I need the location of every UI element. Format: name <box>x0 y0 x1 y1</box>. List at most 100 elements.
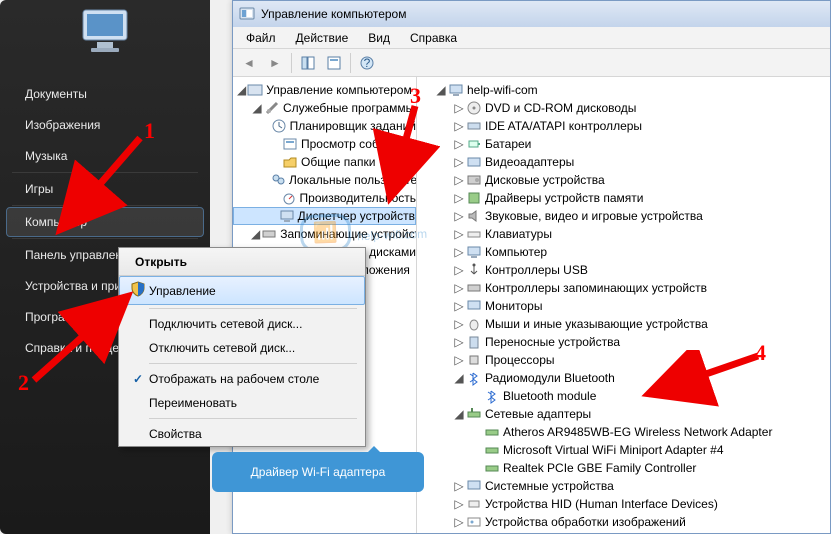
separator <box>291 53 292 73</box>
callout-text: Драйвер Wi-Fi адаптера <box>251 465 386 479</box>
node-label: Сетевые адаптеры <box>485 407 591 421</box>
node-label: Мыши и иные указывающие устройства <box>485 317 708 331</box>
node-icon <box>466 316 482 332</box>
ctx-properties[interactable]: Свойства <box>119 422 365 446</box>
node-icon <box>281 190 297 206</box>
node-label: Видеоадаптеры <box>485 155 574 169</box>
device-node[interactable]: ▷DVD и CD-ROM дисководы <box>417 99 830 117</box>
device-node[interactable]: ▷Звуковые, видео и игровые устройства <box>417 207 830 225</box>
node-label: Atheros AR9485WB-EG Wireless Network Ada… <box>503 425 772 439</box>
node-label: Realtek PCIe GBE Family Controller <box>503 461 696 475</box>
device-node[interactable]: ▷Компьютер <box>417 243 830 261</box>
node-label: Общие папки <box>301 155 375 169</box>
device-node[interactable]: ▷Устройства HID (Human Interface Devices… <box>417 495 830 513</box>
node-icon <box>466 352 482 368</box>
device-leaf[interactable]: Atheros AR9485WB-EG Wireless Network Ada… <box>417 423 830 441</box>
node-label: Радиомодули Bluetooth <box>485 371 615 385</box>
node-label: Bluetooth module <box>503 389 596 403</box>
context-menu: Открыть Управление Подключить сетевой ди… <box>118 247 366 447</box>
ctx-disconnect-drive[interactable]: Отключить сетевой диск... <box>119 336 365 360</box>
node-label: Запоминающие устройства <box>280 227 417 241</box>
ctx-open[interactable]: Открыть <box>119 248 365 276</box>
tree-root[interactable]: ◢ help-wifi-com <box>417 81 830 99</box>
device-tree[interactable]: ◢ help-wifi-com ▷DVD и CD-ROM дисководы▷… <box>417 77 830 533</box>
back-button[interactable]: ◄ <box>237 51 261 75</box>
node-icon <box>466 244 482 260</box>
node-label: Системные устройства <box>485 479 614 493</box>
start-item-documents[interactable]: Документы <box>6 79 204 109</box>
node-label: Батареи <box>485 137 531 151</box>
node-icon <box>270 172 286 188</box>
arrow-1 <box>40 130 160 250</box>
ctx-rename[interactable]: Переименовать <box>119 391 365 415</box>
device-node[interactable]: ▷Контроллеры USB <box>417 261 830 279</box>
node-icon <box>282 154 298 170</box>
tree-node[interactable]: ◢Запоминающие устройства <box>233 225 416 243</box>
ctx-label: Отключить сетевой диск... <box>149 341 295 355</box>
device-leaf[interactable]: Realtek PCIe GBE Family Controller <box>417 459 830 477</box>
node-label: Устройства HID (Human Interface Devices) <box>485 497 718 511</box>
device-node[interactable]: ▷Дисковые устройства <box>417 171 830 189</box>
menu-bar: Файл Действие Вид Справка <box>233 27 830 49</box>
device-node[interactable]: ▷Клавиатуры <box>417 225 830 243</box>
node-label: Звуковые, видео и игровые устройства <box>485 209 703 223</box>
ctx-show-desktop[interactable]: Отображать на рабочем столе <box>119 367 365 391</box>
device-node[interactable]: ▷Видеоадаптеры <box>417 153 830 171</box>
device-leaf[interactable]: Microsoft Virtual WiFi Miniport Adapter … <box>417 441 830 459</box>
callout-bubble: Драйвер Wi-Fi адаптера <box>212 452 424 492</box>
forward-button[interactable]: ► <box>263 51 287 75</box>
menu-file[interactable]: Файл <box>237 28 285 48</box>
device-node[interactable]: ▷Драйверы устройств памяти <box>417 189 830 207</box>
node-icon <box>484 442 500 458</box>
node-label: Контроллеры USB <box>485 263 588 277</box>
device-node[interactable]: ▷Системные устройства <box>417 477 830 495</box>
ctx-manage[interactable]: Управление <box>119 276 365 305</box>
annotation-number-4: 4 <box>755 340 766 366</box>
node-icon <box>466 136 482 152</box>
ctx-map-drive[interactable]: Подключить сетевой диск... <box>119 312 365 336</box>
device-node[interactable]: ▷Контроллеры запоминающих устройств <box>417 279 830 297</box>
node-icon <box>282 136 298 152</box>
menu-action[interactable]: Действие <box>287 28 358 48</box>
annotation-number-1: 1 <box>144 118 155 144</box>
menu-view[interactable]: Вид <box>359 28 399 48</box>
tree-root[interactable]: ◢ Управление компьютером (локальным) <box>233 81 416 99</box>
ctx-label: Управление <box>149 284 216 298</box>
tree-label: Управление компьютером (локальным) <box>266 83 417 97</box>
node-label: Процессоры <box>485 353 555 367</box>
ctx-label: Подключить сетевой диск... <box>149 317 302 331</box>
node-icon <box>466 478 482 494</box>
node-icon <box>271 118 287 134</box>
node-icon <box>466 100 482 116</box>
node-label: IDE ATA/ATAPI контроллеры <box>485 119 642 133</box>
menu-help[interactable]: Справка <box>401 28 466 48</box>
node-icon <box>261 226 277 242</box>
arrow-3 <box>370 100 450 210</box>
help-button[interactable]: ? <box>355 51 379 75</box>
device-node[interactable]: ▷IDE ATA/ATAPI контроллеры <box>417 117 830 135</box>
node-icon <box>484 388 500 404</box>
device-node[interactable]: ▷Батареи <box>417 135 830 153</box>
node-icon <box>466 496 482 512</box>
node-icon <box>466 370 482 386</box>
node-icon <box>466 280 482 296</box>
node-label: Мониторы <box>485 299 542 313</box>
device-node[interactable]: ▷Мыши и иные указывающие устройства <box>417 315 830 333</box>
node-icon <box>466 226 482 242</box>
title-bar[interactable]: Управление компьютером <box>233 1 830 27</box>
node-label: Клавиатуры <box>485 227 552 241</box>
tree-label: help-wifi-com <box>467 83 538 97</box>
mmc-icon <box>239 6 255 22</box>
device-node[interactable]: ▷Переносные устройства <box>417 333 830 351</box>
show-hide-tree-button[interactable] <box>296 51 320 75</box>
svg-text:?: ? <box>364 56 371 70</box>
device-node[interactable]: ▷Устройства обработки изображений <box>417 513 830 531</box>
node-label: Переносные устройства <box>485 335 620 349</box>
ctx-title-label: Открыть <box>135 255 187 269</box>
ctx-label: Свойства <box>149 427 202 441</box>
node-icon <box>466 298 482 314</box>
properties-button[interactable] <box>322 51 346 75</box>
annotation-number-3: 3 <box>410 83 421 109</box>
device-node[interactable]: ▷Мониторы <box>417 297 830 315</box>
computer-icon <box>75 0 155 60</box>
